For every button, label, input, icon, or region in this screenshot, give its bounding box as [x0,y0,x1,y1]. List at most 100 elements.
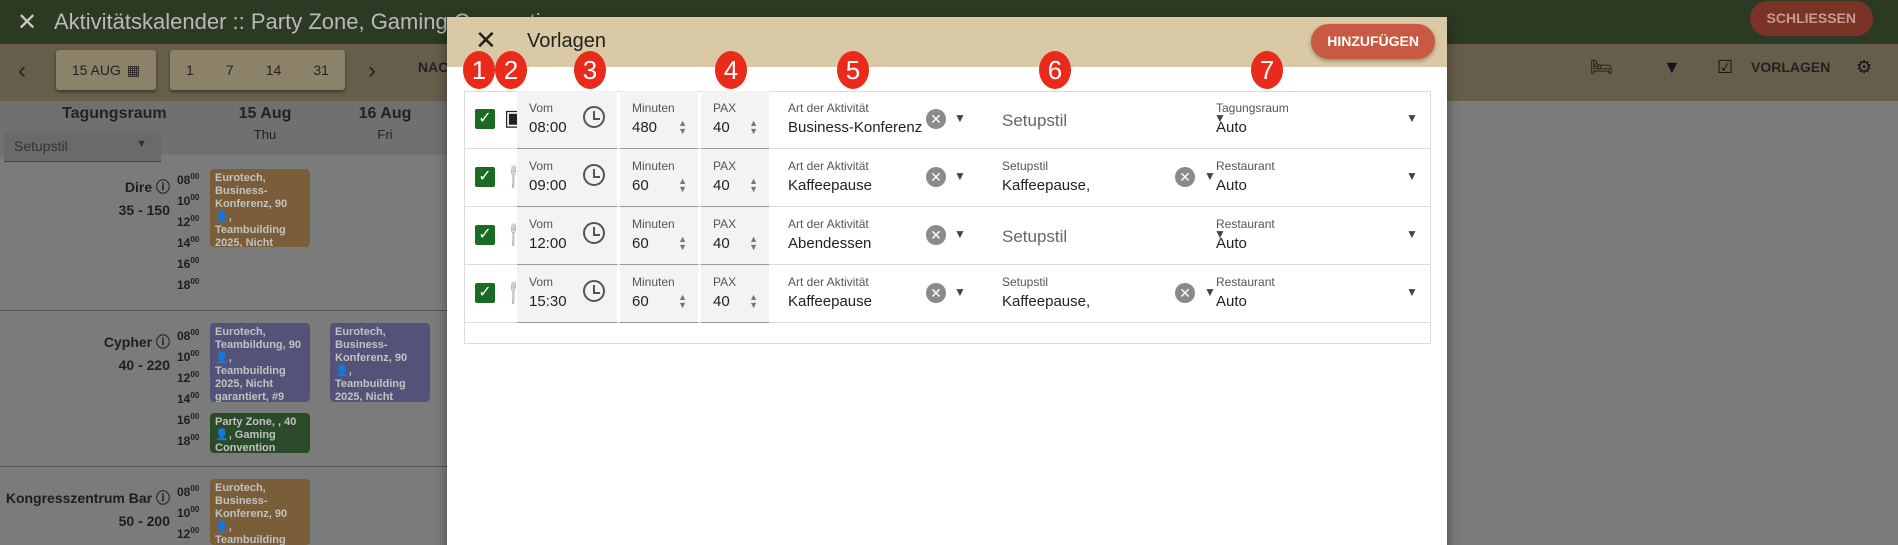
setup-select[interactable]: Setupstil [1002,91,1202,149]
range-1-button[interactable]: 1 [186,62,194,78]
clock-icon[interactable] [583,280,605,302]
spinner-icon[interactable]: ▲ ▼ [678,177,687,194]
vom-field[interactable]: Vom 15:30 [517,265,617,323]
info-icon[interactable]: ⓘ [156,334,170,350]
pax-field[interactable]: PAX 40 ▲ ▼ [701,207,769,265]
minuten-field[interactable]: Minuten 60 ▲ ▼ [620,149,698,207]
spinner-icon[interactable]: ▲ ▼ [749,293,758,310]
minuten-field[interactable]: Minuten 60 ▲ ▼ [620,207,698,265]
room-select[interactable]: Tagungsraum Auto [1216,91,1416,149]
caret-down-icon[interactable]: ▼ [1406,227,1418,241]
spinner-icon[interactable]: ▲ ▼ [678,235,687,252]
info-icon[interactable]: ⓘ [156,490,170,506]
setup-select[interactable]: Setupstil Kaffeepause, [1002,265,1162,323]
spinner-icon[interactable]: ▲ ▼ [749,177,758,194]
number-badge: 4 [715,51,747,89]
checklist-icon[interactable]: ☑ [1717,57,1733,78]
clear-icon[interactable]: ✕ [1175,167,1195,187]
clear-icon[interactable]: ✕ [926,283,946,303]
chevron-left-icon[interactable]: ‹ [18,57,26,85]
calendar-icon: ▦ [126,61,141,78]
spinner-icon[interactable]: ▲ ▼ [678,119,687,136]
field-label: Art der Aktivität [788,159,869,173]
clock-icon[interactable] [583,164,605,186]
hour-labels: 0800 1000 1200 1400 1600 1800 [177,328,200,448]
caret-down-icon[interactable]: ▼ [954,169,966,183]
nach-button[interactable]: NAC [418,59,448,75]
vom-field[interactable]: Vom 09:00 [517,149,617,207]
row-checkbox[interactable]: ✓ [475,283,495,303]
caret-down-icon[interactable]: ▼ [954,111,966,125]
setup-select[interactable]: Setupstil [1002,207,1202,265]
row-checkbox[interactable]: ✓ [475,225,495,245]
info-icon[interactable]: ⓘ [156,179,170,195]
gear-icon[interactable]: ⚙ [1856,57,1872,78]
date-picker-button[interactable]: 15 AUG ▦ [56,50,156,90]
vom-field[interactable]: Vom 08:00 [517,91,617,149]
row-checkbox[interactable]: ✓ [475,109,495,129]
vom-field[interactable]: Vom 12:00 [517,207,617,265]
caret-down-icon: ▼ [136,138,147,150]
calendar-event[interactable]: Eurotech, Business-Konferenz, 90 👤, Team… [210,169,310,247]
template-row: ✓ ▣ Vom 08:00 Minuten 480 ▲ ▼ PAX 40 ▲ ▼ A… [464,91,1431,149]
minuten-field[interactable]: Minuten 60 ▲ ▼ [620,265,698,323]
caret-down-icon[interactable]: ▼ [954,227,966,241]
field-value: Auto [1216,293,1247,310]
clock-icon[interactable] [583,222,605,244]
field-value: 40 [713,177,730,194]
field-label: Art der Aktivität [788,217,869,231]
clear-icon[interactable]: ✕ [926,109,946,129]
clock-icon[interactable] [583,106,605,128]
day-header: 15 Aug Thu [230,105,300,142]
calendar-event[interactable]: Eurotech, Business-Konferenz, 90 👤, Team… [330,323,430,402]
day-weekday: Fri [377,127,393,142]
caret-down-icon[interactable]: ▼ [1204,285,1216,299]
hour-labels: 0800 1000 1200 1400 1600 1800 [177,172,200,292]
calendar-event[interactable]: Party Zone, , 40 👤, Gaming Convention [210,413,310,453]
range-31-button[interactable]: 31 [313,62,329,78]
setup-select[interactable]: Setupstil Kaffeepause, [1002,149,1162,207]
room-select[interactable]: Restaurant Auto [1216,149,1416,207]
room-select[interactable]: Restaurant Auto [1216,207,1416,265]
room-select[interactable]: Restaurant Auto [1216,265,1416,323]
clear-icon[interactable]: ✕ [926,225,946,245]
clear-icon[interactable]: ✕ [926,167,946,187]
bed-icon[interactable]: 🛏 [1590,57,1613,78]
pax-field[interactable]: PAX 40 ▲ ▼ [701,149,769,207]
caret-down-icon[interactable]: ▼ [1406,111,1418,125]
caret-down-icon[interactable]: ▼ [1204,169,1216,183]
calendar-event[interactable]: Eurotech, Teambildung, 90 👤, Teambuildin… [210,323,310,402]
field-value: 60 [632,293,649,310]
vorlagen-button[interactable]: VORLAGEN [1751,59,1830,75]
close-button[interactable]: SCHLIESSEN [1749,1,1873,36]
field-placeholder: Setupstil [1002,227,1068,246]
caret-down-icon[interactable]: ▼ [1406,285,1418,299]
row-divider [0,310,447,311]
room-capacity: 50 - 200 [118,513,170,529]
caret-down-icon[interactable]: ▼ [1406,169,1418,183]
number-badge: 3 [574,51,606,89]
calendar-event[interactable]: Eurotech, Business-Konferenz, 90 👤, Team… [210,479,310,545]
minuten-field[interactable]: Minuten 480 ▲ ▼ [620,91,698,149]
clear-icon[interactable]: ✕ [1175,283,1195,303]
spinner-icon[interactable]: ▲ ▼ [749,235,758,252]
chevron-right-icon[interactable]: › [368,57,376,85]
filter-icon[interactable]: ▼ [1663,57,1681,78]
range-14-button[interactable]: 14 [266,62,282,78]
field-value: Auto [1216,119,1247,136]
caret-down-icon[interactable]: ▼ [954,285,966,299]
pax-field[interactable]: PAX 40 ▲ ▼ [701,91,769,149]
pax-field[interactable]: PAX 40 ▲ ▼ [701,265,769,323]
room-name: Dire [124,179,153,195]
setup-filter-select[interactable]: Setupstil ▼ [4,132,161,162]
range-7-button[interactable]: 7 [226,62,234,78]
row-checkbox[interactable]: ✓ [475,167,495,187]
spinner-icon[interactable]: ▲ ▼ [749,119,758,136]
field-value: Kaffeepause, [1002,293,1091,310]
add-button[interactable]: HINZUFÜGEN [1311,24,1435,59]
close-icon[interactable]: ✕ [0,8,54,37]
field-value: 480 [632,119,658,136]
spinner-icon[interactable]: ▲ ▼ [678,293,687,310]
hour-labels: 0800 1000 1200 [177,484,200,541]
field-value: 40 [713,235,730,252]
